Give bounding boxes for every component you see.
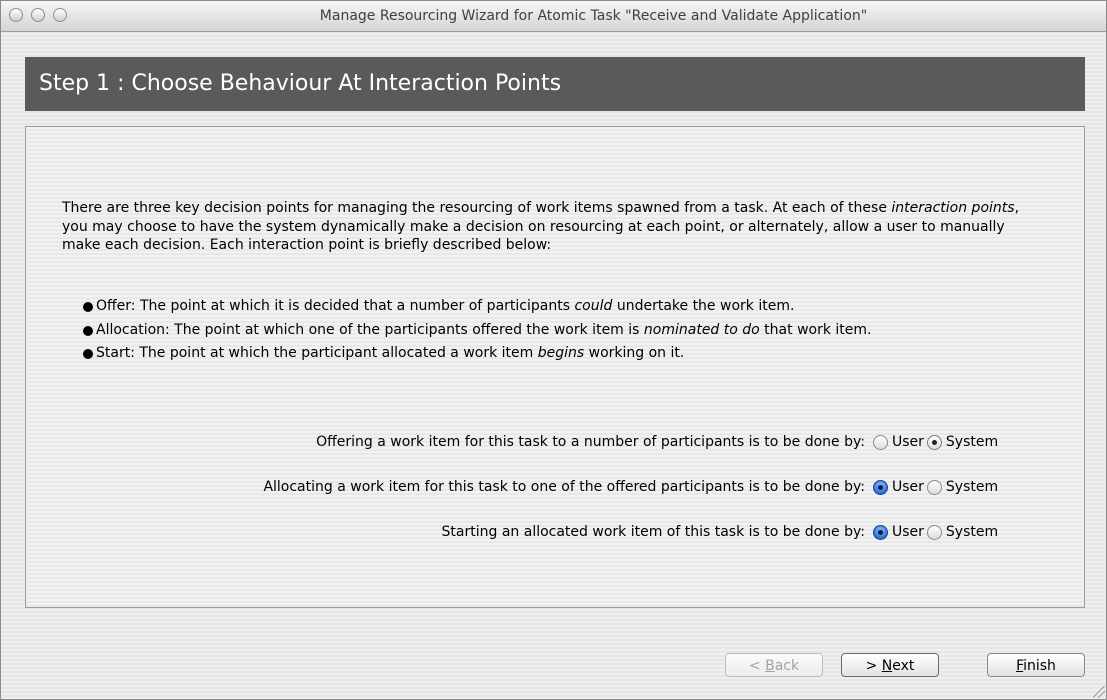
list-item-offer: Offer: The point at which it is decided … <box>83 297 1063 316</box>
bullet-text: Start: The point at which the participan… <box>96 345 538 362</box>
radio-label: User <box>892 524 924 540</box>
bullet-text: Allocation: The point at which one of th… <box>96 321 644 338</box>
radio-option-user[interactable]: User <box>873 479 924 495</box>
next-button-mnemonic: N <box>881 658 893 674</box>
back-button-mnemonic: B <box>765 658 775 674</box>
list-item-start: Start: The point at which the participan… <box>83 344 1063 363</box>
next-button-prefix: > <box>865 658 882 674</box>
radio-group-offer: User System <box>873 430 1001 454</box>
back-button[interactable]: < Back <box>725 653 823 677</box>
radio-button-user[interactable] <box>873 479 888 495</box>
minimize-icon[interactable] <box>31 8 45 22</box>
question-row-start: Starting an allocated work item of this … <box>61 520 1053 544</box>
radio-option-system[interactable]: System <box>926 479 999 495</box>
bullet-dot-icon <box>83 325 93 336</box>
radio-button-user[interactable] <box>873 434 888 450</box>
wizard-window: Manage Resourcing Wizard for Atomic Task… <box>0 0 1107 700</box>
bullet-emphasis: nominated to do <box>643 321 760 338</box>
question-label: Offering a work item for this task to a … <box>316 434 865 450</box>
radio-button-system[interactable] <box>926 479 942 495</box>
close-icon[interactable] <box>9 8 23 22</box>
list-item-allocation: Allocation: The point at which one of th… <box>83 321 1063 340</box>
radio-option-user[interactable]: User <box>873 524 924 540</box>
bullet-text: Offer: The point at which it is decided … <box>96 298 575 314</box>
question-row-allocation: Allocating a work item for this task to … <box>61 475 1053 499</box>
radio-label: User <box>892 479 924 495</box>
back-button-prefix: < <box>748 658 766 674</box>
question-row-offer: Offering a work item for this task to a … <box>61 430 1053 454</box>
radio-option-system[interactable]: System <box>926 524 999 540</box>
bullet-emphasis: could <box>574 298 613 314</box>
radio-button-system[interactable] <box>926 434 942 450</box>
intro-paragraph: There are three key decision points for … <box>62 199 1047 255</box>
finish-button[interactable]: Finish <box>987 653 1085 677</box>
zoom-icon[interactable] <box>53 8 67 22</box>
radio-option-user[interactable]: User <box>873 434 924 450</box>
radio-group-allocation: User System <box>873 475 1001 499</box>
bullet-dot-icon <box>83 349 93 360</box>
question-label: Allocating a work item for this task to … <box>263 479 865 495</box>
radio-button-system[interactable] <box>926 524 942 540</box>
bullet-dot-icon <box>83 302 93 312</box>
bullet-emphasis: begins <box>537 345 585 362</box>
radio-option-system[interactable]: System <box>926 434 999 450</box>
radio-label: System <box>945 524 999 540</box>
question-label: Starting an allocated work item of this … <box>441 524 865 540</box>
next-button-rest: ext <box>892 658 915 674</box>
bullet-text: undertake the work item. <box>612 298 795 314</box>
radio-label: System <box>945 434 999 450</box>
bullet-text: that work item. <box>759 321 872 338</box>
intro-emphasis: interaction points <box>891 200 1015 216</box>
window-title: Manage Resourcing Wizard for Atomic Task… <box>319 8 868 24</box>
title-bar[interactable]: Manage Resourcing Wizard for Atomic Task… <box>1 1 1106 32</box>
radio-button-user[interactable] <box>873 524 888 540</box>
step-title: Step 1 : Choose Behaviour At Interaction… <box>25 57 1085 111</box>
radio-label: User <box>892 434 924 450</box>
bullet-text: working on it. <box>584 345 685 362</box>
next-button[interactable]: > Next <box>841 653 939 677</box>
radio-group-start: User System <box>873 520 1001 544</box>
radio-label: System <box>945 479 999 495</box>
resize-grip-icon[interactable] <box>1093 686 1105 698</box>
interaction-points-list: Offer: The point at which it is decided … <box>83 297 1063 368</box>
back-button-rest: ack <box>774 658 800 674</box>
intro-text-start: There are three key decision points for … <box>62 200 892 216</box>
finish-button-rest: inish <box>1023 658 1056 674</box>
